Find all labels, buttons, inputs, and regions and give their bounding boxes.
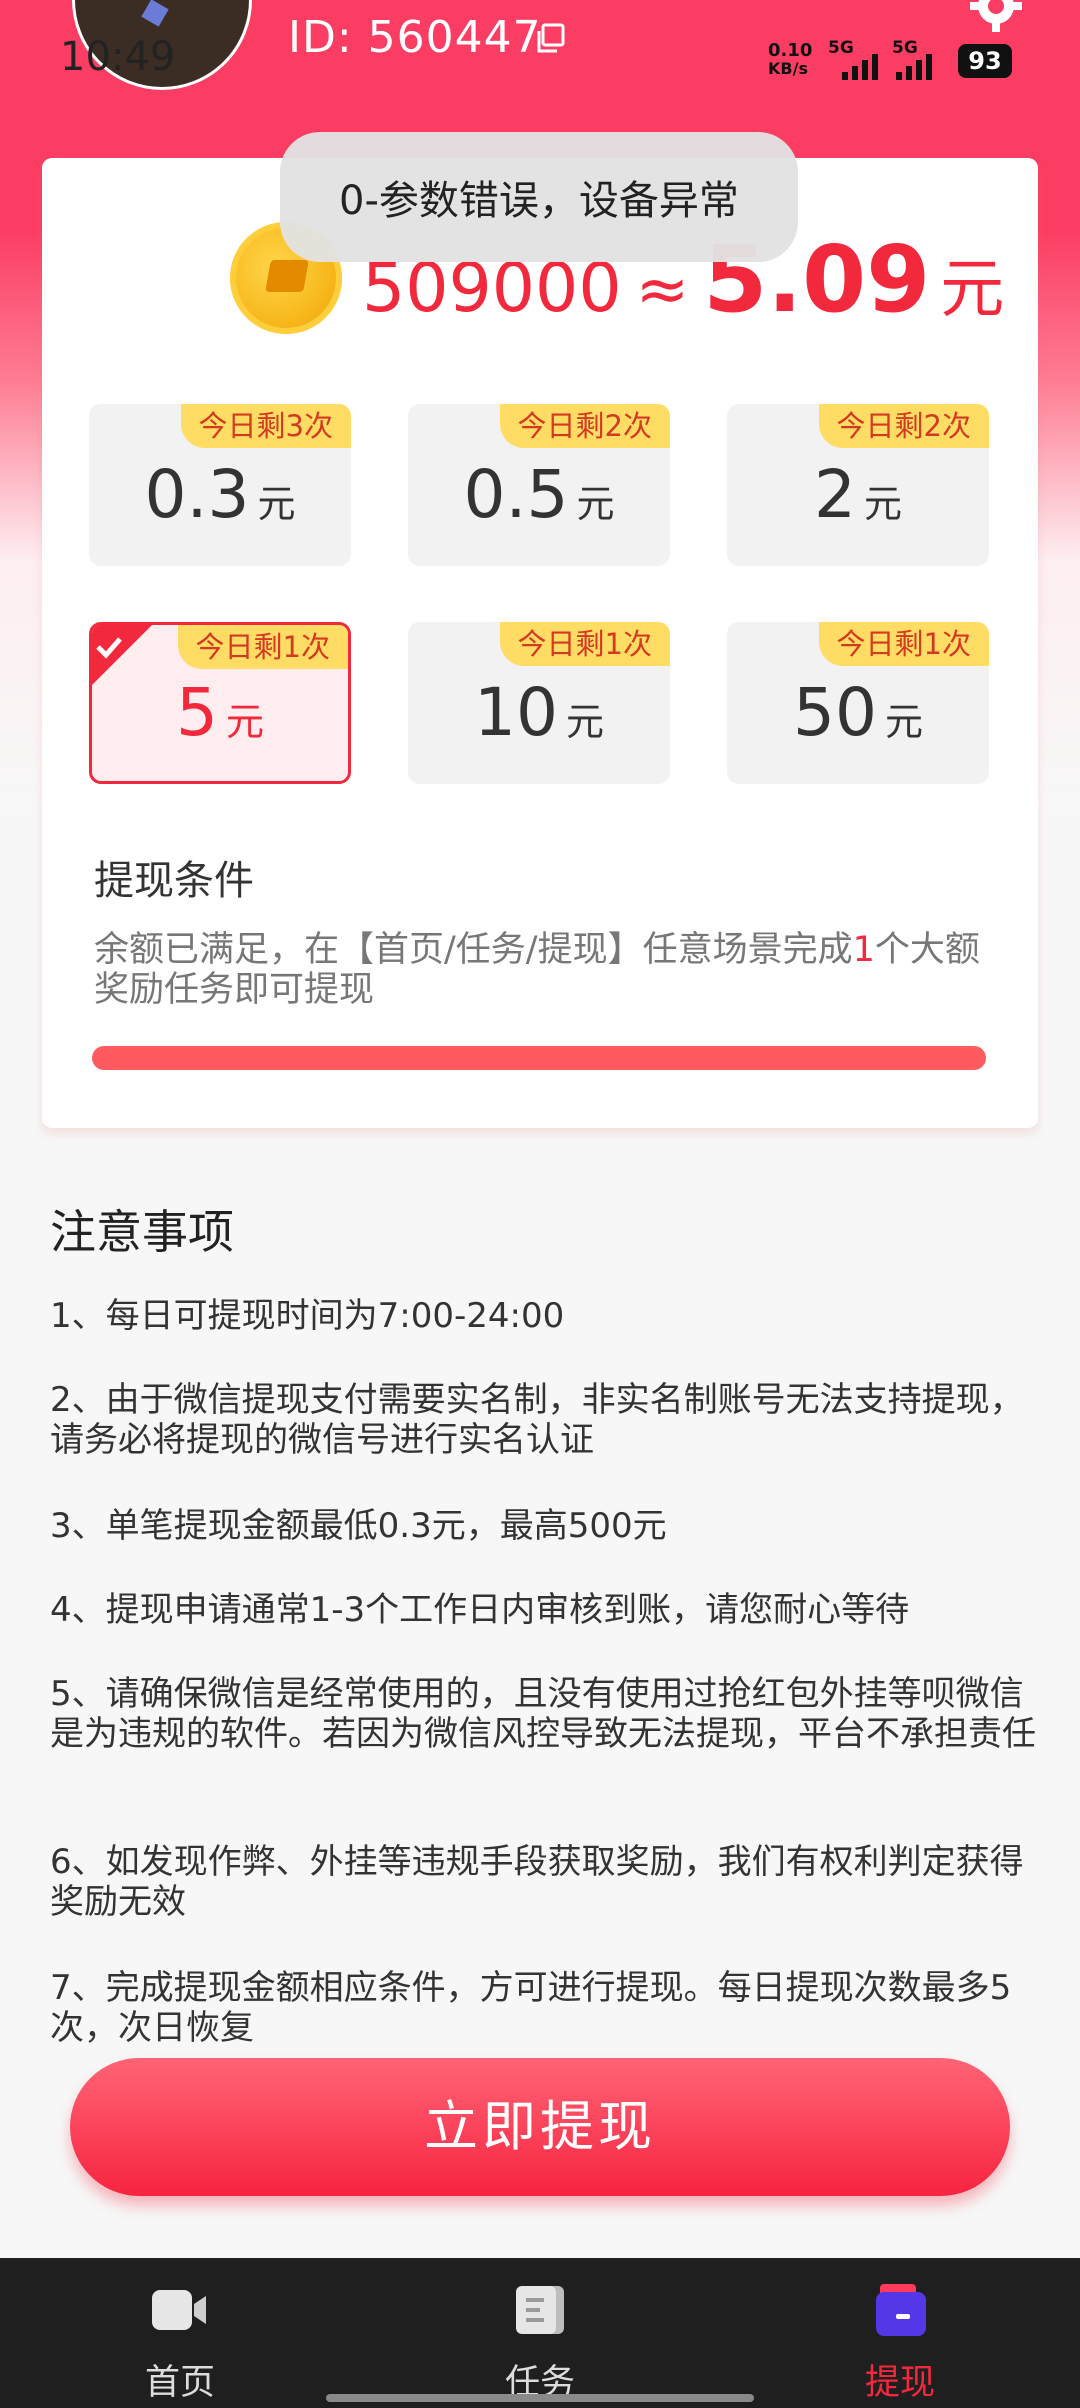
withdraw-button[interactable]: 立即提现 xyxy=(70,2058,1010,2196)
amount-value: 50 xyxy=(793,674,877,751)
nav-item-tasks[interactable]: 任务 xyxy=(420,2258,660,2408)
condition-progress-bar xyxy=(92,1046,986,1070)
notes-title: 注意事项 xyxy=(50,1205,234,1259)
battery-indicator: 93 xyxy=(958,44,1012,78)
amount-option-2[interactable]: 今日剩2次 2元 xyxy=(727,404,989,566)
user-id: ID: 560447 xyxy=(288,12,542,63)
signal-bars-1-icon xyxy=(842,52,878,80)
note-item: 2、由于微信提现支付需要实名制，非实名制账号无法支持提现，请务必将提现的微信号进… xyxy=(50,1380,1024,1460)
amount-value: 5 xyxy=(175,674,218,751)
amount-unit: 元 xyxy=(257,482,296,526)
condition-text: 余额已满足，在【首页/任务/提现】任意场景完成1个大额奖励任务即可提现 xyxy=(94,930,980,1010)
amount-unit: 元 xyxy=(565,700,604,744)
amount-option-10[interactable]: 今日剩1次 10 元 xyxy=(408,622,670,784)
amount-option-0.3[interactable]: 今日剩3次 0.3 元 xyxy=(89,404,351,566)
remaining-badge: 今日剩2次 xyxy=(818,404,989,448)
amount-unit: 元 xyxy=(225,700,264,744)
amount-value: 2 xyxy=(813,456,856,533)
net-speed: 0.10 KB/s xyxy=(768,40,813,78)
money-unit: 元 xyxy=(940,253,1005,327)
note-item: 7、完成提现金额相应条件，方可进行提现。每日提现次数最多5次，次日恢复 xyxy=(50,1968,1012,2048)
amount-value: 0.5 xyxy=(463,456,569,533)
amount-option-5[interactable]: 今日剩1次 5元 xyxy=(89,622,351,784)
copy-icon[interactable] xyxy=(534,22,566,54)
note-item: 4、提现申请通常1-3个工作日内审核到账，请您耐心等待 xyxy=(50,1590,910,1630)
remaining-badge: 今日剩1次 xyxy=(177,625,348,669)
amount-value: 10 xyxy=(474,674,558,751)
nav-item-home[interactable]: 首页 xyxy=(60,2258,300,2408)
status-time: 10:49 xyxy=(60,34,176,80)
signal-bars-2-icon xyxy=(896,52,932,80)
wallet-icon xyxy=(876,2284,926,2336)
condition-title: 提现条件 xyxy=(94,858,254,904)
amount-unit: 元 xyxy=(576,482,615,526)
video-camera-icon xyxy=(152,2290,206,2330)
error-toast: 0-参数错误，设备异常 xyxy=(280,132,798,262)
status-bar: 10:49 ID: 560447 0.10 KB/s 5G 5G 93 xyxy=(0,0,1080,120)
remaining-badge: 今日剩2次 xyxy=(499,404,670,448)
note-item: 1、每日可提现时间为7:00-24:00 xyxy=(50,1296,565,1336)
note-item: 3、单笔提现金额最低0.3元，最高500元 xyxy=(50,1506,667,1546)
nav-label: 首页 xyxy=(144,2363,215,2403)
amount-option-0.5[interactable]: 今日剩2次 0.5 元 xyxy=(408,404,670,566)
home-indicator xyxy=(326,2394,754,2402)
approx-sign: ≈ xyxy=(635,253,690,327)
remaining-badge: 今日剩3次 xyxy=(180,404,351,448)
remaining-badge: 今日剩1次 xyxy=(818,622,989,666)
amount-unit: 元 xyxy=(884,700,923,744)
amount-unit: 元 xyxy=(863,482,902,526)
gear-icon[interactable] xyxy=(968,0,1024,34)
amount-option-50[interactable]: 今日剩1次 50 元 xyxy=(727,622,989,784)
remaining-badge: 今日剩1次 xyxy=(499,622,670,666)
nav-label: 提现 xyxy=(864,2363,935,2403)
note-item: 6、如发现作弊、外挂等违规手段获取奖励，我们有权利判定获得奖励无效 xyxy=(50,1842,1024,1922)
nav-item-withdraw[interactable]: 提现 xyxy=(780,2258,1020,2408)
amount-value: 0.3 xyxy=(144,456,250,533)
note-item: 5、请确保微信是经常使用的，且没有使用过抢红包外挂等呗微信是为违规的软件。若因为… xyxy=(50,1674,1036,1754)
bottom-nav: 首页 任务 提现 xyxy=(0,2258,1080,2408)
task-list-icon xyxy=(516,2286,564,2334)
